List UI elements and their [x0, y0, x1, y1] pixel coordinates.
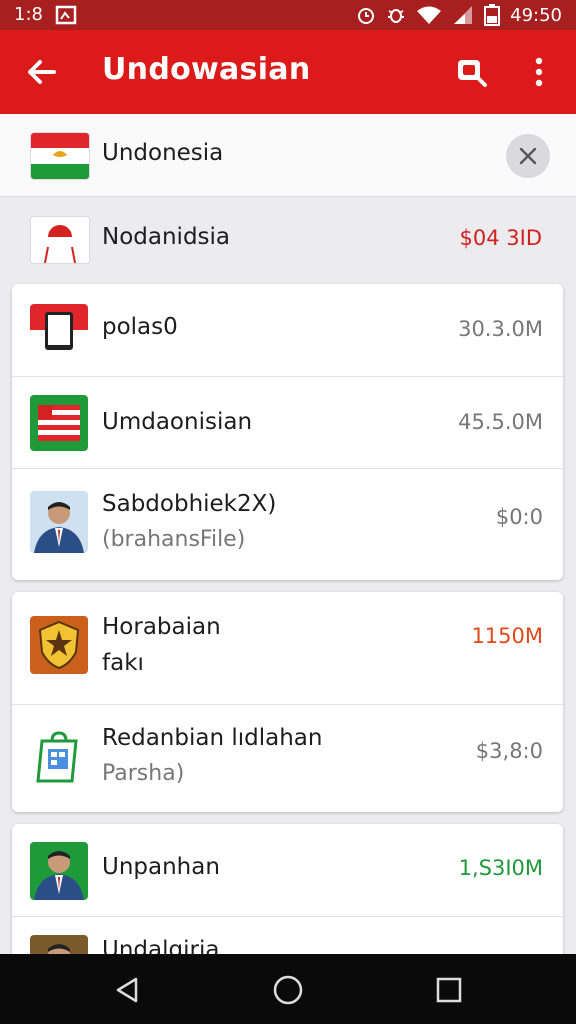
back-button[interactable] — [22, 52, 62, 92]
nav-back-button[interactable] — [108, 971, 146, 1009]
recents-square-icon — [436, 977, 462, 1003]
status-time-right: 49:50 — [510, 4, 562, 26]
selected-result-row[interactable]: Nodanidsia $04 3ID — [0, 196, 576, 280]
item-subtitle: (brahansFile) — [102, 527, 246, 552]
nav-home-button[interactable] — [269, 971, 307, 1009]
list-item[interactable]: Unpanhan 1,S3I0M — [12, 824, 563, 916]
tablet-flag-icon — [30, 304, 88, 356]
item-value: 45.5.0M — [458, 410, 543, 434]
results-card-2: Horabaian fakı 1150M Redanbian lıdlahan … — [12, 592, 563, 812]
list-item[interactable]: Umdaonisian 45.5.0M — [12, 376, 563, 469]
system-navigation-bar — [0, 954, 576, 1024]
person-avatar-icon — [30, 491, 88, 553]
item-subtitle: fakı — [102, 650, 144, 676]
wifi-icon — [417, 6, 442, 24]
results-card-1: polas0 30.3.0M Umdaonisian 45.5.0M Sabdo… — [12, 284, 563, 580]
status-time-left: 1:8 — [14, 4, 43, 25]
item-value: 1150M — [471, 624, 543, 648]
search-button[interactable] — [452, 52, 492, 92]
list-item[interactable]: Horabaian fakı 1150M — [12, 592, 563, 704]
shopping-bag-icon — [30, 727, 88, 787]
more-options-button[interactable] — [524, 52, 554, 92]
avatar-icon — [30, 216, 90, 264]
list-item[interactable]: Redanbian lıdlahan Parsha) $3,8:0 — [12, 704, 563, 813]
bug-icon — [388, 9, 405, 23]
emblem-icon — [30, 616, 88, 674]
nav-recents-button[interactable] — [430, 971, 468, 1009]
item-title: Unpanhan — [102, 854, 220, 880]
app-bar: Undowasian — [0, 30, 576, 114]
more-vert-icon — [535, 57, 543, 87]
back-triangle-icon — [116, 977, 138, 1003]
item-title: Sabdobhiek2X) — [102, 491, 277, 517]
close-icon — [519, 147, 537, 165]
signal-icon — [454, 6, 473, 24]
page-title: Undowasian — [102, 52, 311, 87]
striped-flag-icon — [30, 395, 88, 451]
status-bar: 1:8 49:50 — [0, 0, 576, 30]
search-row[interactable]: Undonesia — [0, 114, 576, 197]
list-item[interactable]: Sabdobhiek2X) (brahansFile) $0:0 — [12, 468, 563, 581]
item-title: Horabaian — [102, 614, 221, 640]
home-circle-icon — [273, 975, 303, 1005]
item-title: polas0 — [102, 314, 178, 340]
item-value: $3,8:0 — [475, 739, 543, 763]
item-value: 1,S3I0M — [458, 856, 543, 880]
clear-search-button[interactable] — [506, 134, 550, 178]
item-value: 30.3.0M — [458, 317, 543, 341]
indonesia-flag-icon — [30, 132, 90, 180]
back-arrow-icon — [28, 60, 56, 84]
selected-value: $04 3ID — [459, 226, 542, 250]
item-title: Umdaonisian — [102, 409, 253, 435]
battery-icon — [484, 4, 501, 26]
alarm-icon — [358, 8, 375, 24]
item-value: $0:0 — [495, 505, 543, 529]
search-icon — [458, 60, 487, 87]
selected-title: Nodanidsia — [102, 224, 231, 250]
search-input[interactable]: Undonesia — [102, 140, 223, 166]
image-icon — [55, 5, 77, 24]
person-avatar-green-icon — [30, 842, 88, 900]
list-item[interactable]: polas0 30.3.0M — [12, 284, 563, 376]
item-subtitle: Parsha) — [102, 761, 185, 786]
item-title: Redanbian lıdlahan — [102, 725, 323, 751]
